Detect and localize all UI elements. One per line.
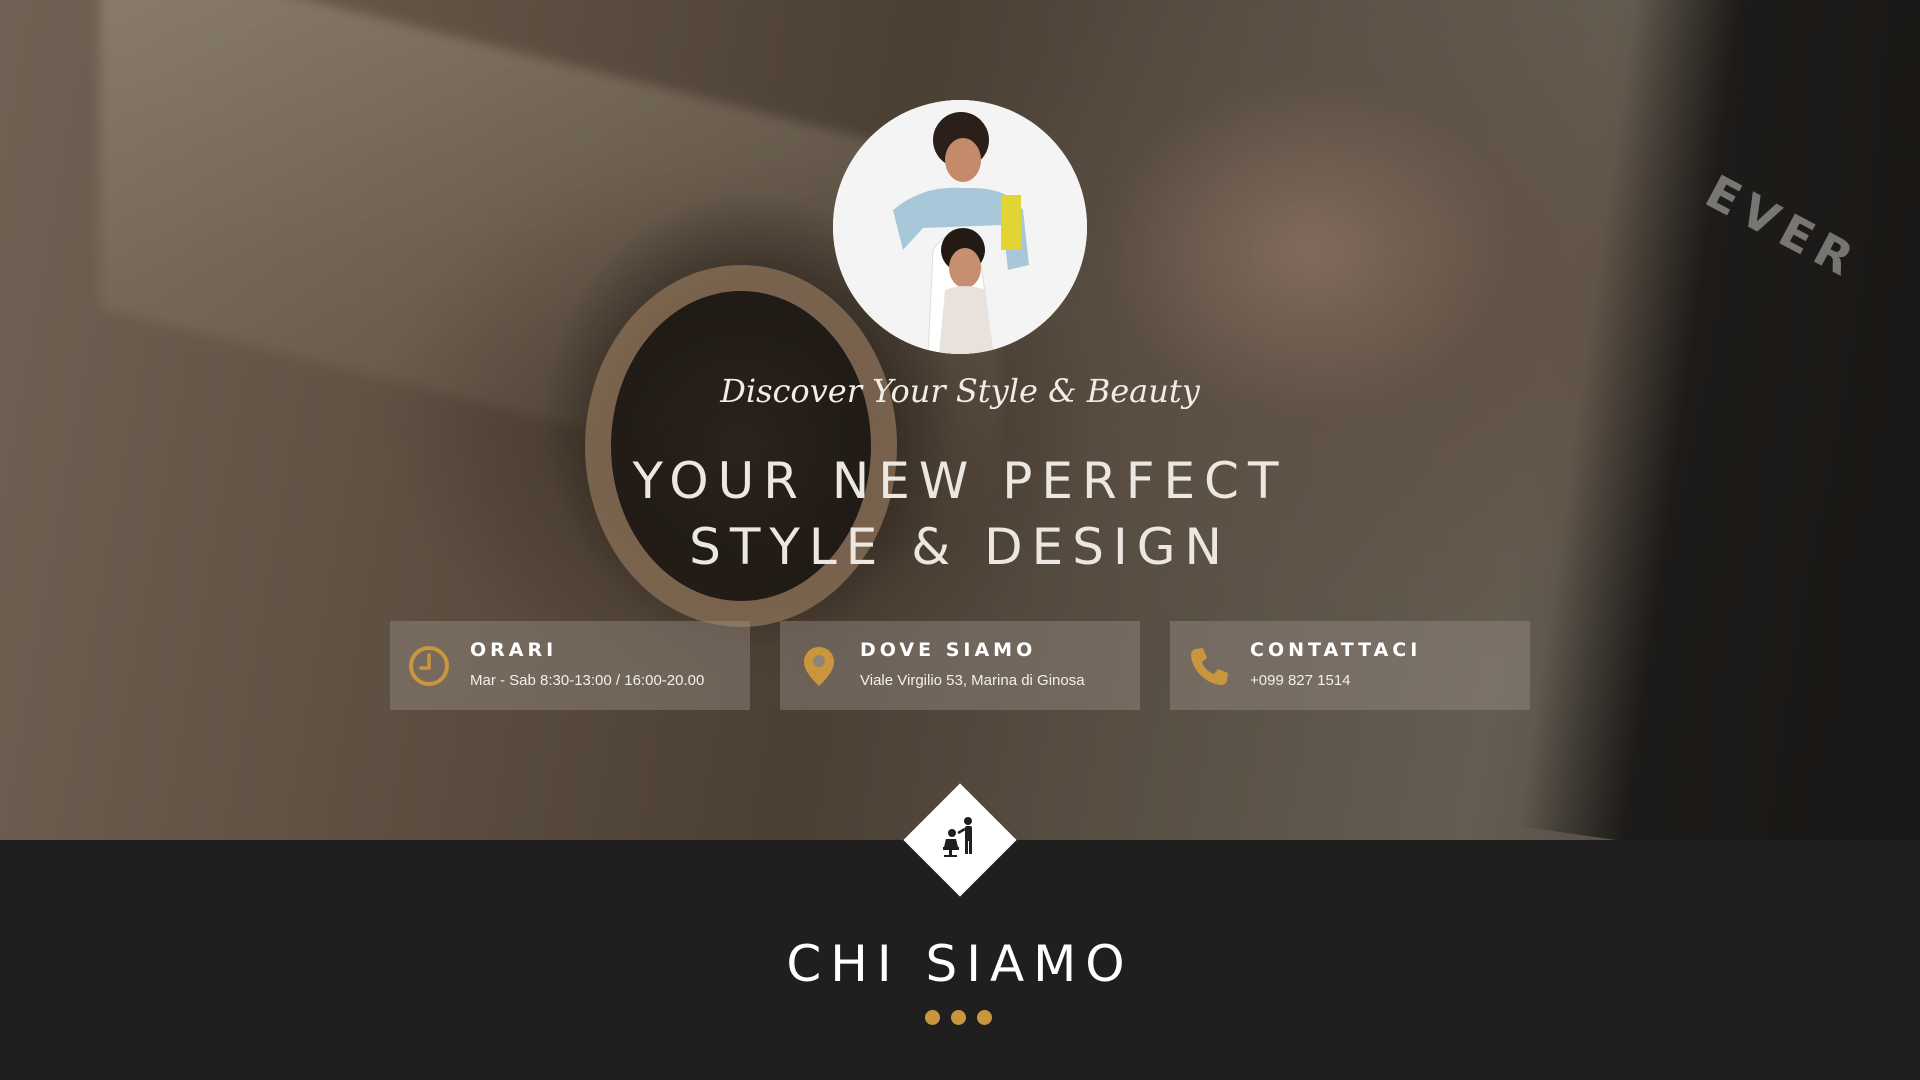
about-badge — [903, 783, 1017, 897]
clock-icon — [407, 644, 451, 688]
hero-tagline: Discover Your Style & Beauty — [720, 372, 1200, 410]
map-pin-icon — [797, 644, 841, 688]
hairdresser-icon — [943, 817, 972, 857]
about-title-dots — [925, 1010, 995, 1026]
accent-dot — [925, 1010, 940, 1025]
hero-headline-line1: YOUR NEW PERFECT — [632, 452, 1288, 510]
hero-headline-line2: STYLE & DESIGN — [689, 518, 1231, 576]
info-card-title: ORARI — [470, 639, 558, 661]
info-card-text: +099 827 1514 — [1250, 672, 1351, 689]
info-card-text: Viale Virgilio 53, Marina di Ginosa — [860, 672, 1085, 689]
accent-dot — [951, 1010, 966, 1025]
hero-headline: YOUR NEW PERFECT STYLE & DESIGN — [0, 448, 1920, 580]
info-card-dove-siamo[interactable]: DOVE SIAMO Viale Virgilio 53, Marina di … — [780, 621, 1140, 710]
salon-photo — [833, 100, 1087, 354]
info-card-title: CONTATTACI — [1250, 639, 1422, 661]
info-card-title: DOVE SIAMO — [860, 639, 1037, 661]
info-card-contattaci[interactable]: CONTATTACI +099 827 1514 — [1170, 621, 1530, 710]
info-card-orari[interactable]: ORARI Mar - Sab 8:30-13:00 / 16:00-20.00 — [390, 621, 750, 710]
about-title: CHI SIAMO — [786, 935, 1134, 993]
phone-icon — [1187, 644, 1231, 688]
accent-dot — [977, 1010, 992, 1025]
info-cards: ORARI Mar - Sab 8:30-13:00 / 16:00-20.00… — [390, 621, 1530, 710]
info-card-text: Mar - Sab 8:30-13:00 / 16:00-20.00 — [470, 672, 705, 689]
salon-photo-illustration — [833, 100, 1087, 354]
